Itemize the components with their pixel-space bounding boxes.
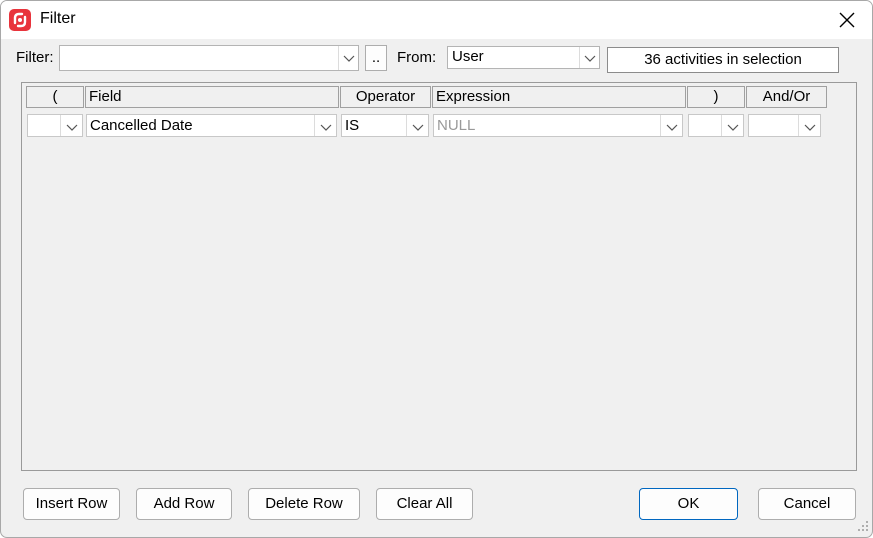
close-paren-select[interactable] (688, 114, 744, 137)
resize-grip-icon (858, 521, 868, 531)
cancel-button[interactable]: Cancel (758, 488, 856, 520)
from-label: From: (397, 49, 437, 66)
chevron-down-icon (343, 55, 355, 62)
column-header-operator: Operator (340, 86, 431, 108)
selection-count: 36 activities in selection (607, 47, 839, 73)
open-paren-dropdown[interactable] (60, 115, 82, 136)
column-header-open-paren: ( (26, 86, 84, 108)
from-combo[interactable]: User (447, 46, 600, 69)
field-dropdown[interactable] (314, 115, 336, 136)
column-header-field: Field (85, 86, 339, 108)
operator-value: IS (345, 117, 360, 134)
filter-combo[interactable] (59, 45, 359, 71)
title-bar: Filter (1, 1, 872, 39)
column-header-and-or: And/Or (746, 86, 827, 108)
filter-dialog: Filter Filter: .. From: User 36 activiti… (0, 0, 873, 538)
chevron-down-icon (584, 55, 596, 62)
expression-value: NULL (437, 117, 476, 134)
and-or-dropdown[interactable] (798, 115, 820, 136)
browse-filter-button[interactable]: .. (365, 45, 387, 71)
field-select[interactable]: Cancelled Date (86, 114, 337, 137)
field-value: Cancelled Date (90, 117, 193, 134)
insert-row-button[interactable]: Insert Row (23, 488, 120, 520)
chevron-down-icon (666, 124, 678, 131)
expression-select[interactable]: NULL (433, 114, 683, 137)
chevron-down-icon (727, 124, 739, 131)
delete-row-button[interactable]: Delete Row (248, 488, 360, 520)
operator-dropdown[interactable] (406, 115, 428, 136)
chevron-down-icon (66, 124, 78, 131)
and-or-select[interactable] (748, 114, 821, 137)
column-header-close-paren: ) (687, 86, 745, 108)
window-title: Filter (40, 10, 76, 27)
clear-all-button[interactable]: Clear All (376, 488, 473, 520)
chevron-down-icon (804, 124, 816, 131)
resize-grip[interactable] (854, 518, 870, 534)
chevron-down-icon (412, 124, 424, 131)
filter-label: Filter: (16, 49, 54, 66)
ok-button[interactable]: OK (639, 488, 738, 520)
add-row-button[interactable]: Add Row (136, 488, 232, 520)
criteria-grid: ( Field Operator Expression ) And/Or Can… (21, 82, 857, 471)
from-value: User (452, 48, 484, 65)
from-dropdown-button[interactable] (579, 47, 599, 68)
filter-dropdown-button[interactable] (338, 46, 358, 70)
chevron-down-icon (320, 124, 332, 131)
app-icon (9, 9, 31, 31)
column-header-expression: Expression (432, 86, 686, 108)
close-paren-dropdown[interactable] (721, 115, 743, 136)
open-paren-select[interactable] (27, 114, 83, 137)
close-icon (839, 12, 855, 28)
expression-dropdown[interactable] (660, 115, 682, 136)
close-button[interactable] (829, 5, 865, 35)
operator-select[interactable]: IS (341, 114, 429, 137)
